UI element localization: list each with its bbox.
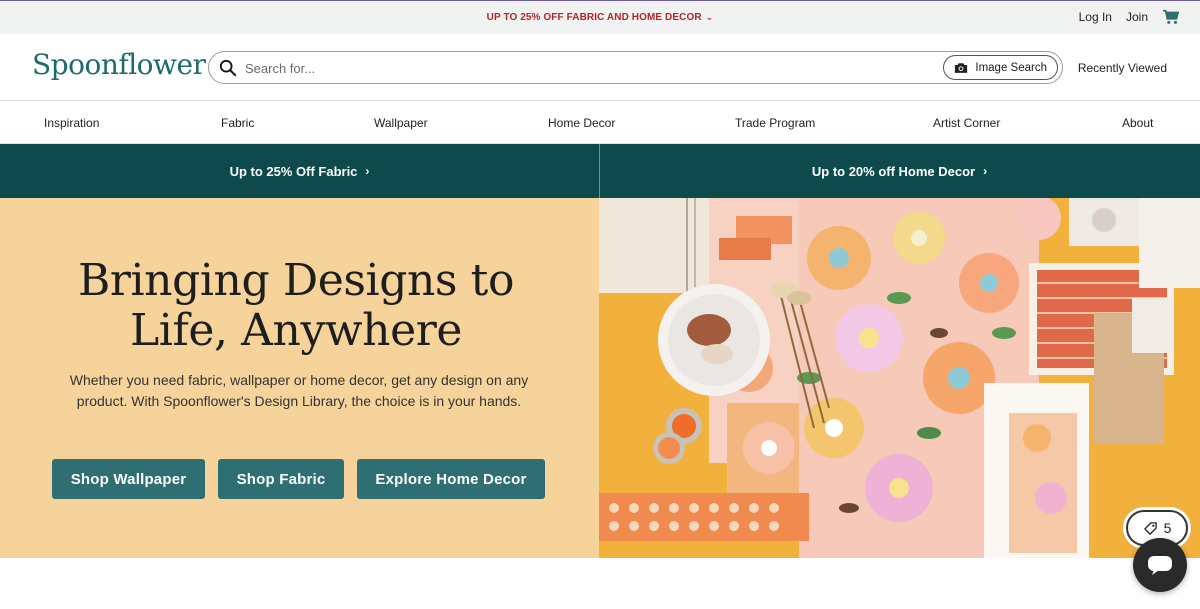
nav-item-about[interactable]: About (1122, 116, 1153, 130)
page-content-start (0, 558, 1200, 609)
cart-icon[interactable] (1162, 9, 1180, 25)
main-nav: Inspiration Fabric Wallpaper Home Decor … (0, 101, 1200, 144)
hero-description: Whether you need fabric, wallpaper or ho… (69, 372, 529, 409)
camera-icon (955, 62, 968, 73)
hero-title: Bringing Designs to Life, Anywhere (77, 255, 515, 356)
promo-banners: Up to 25% Off Fabric › Up to 20% off Home… (0, 144, 1200, 198)
home-decor-sale-label: Up to 20% off Home Decor (811, 163, 976, 179)
image-search-label: Image Search (975, 61, 1047, 74)
chat-bubble-icon (1148, 556, 1172, 575)
explore-home-decor-button[interactable]: Explore Home Decor (357, 459, 545, 499)
fabric-sale-label: Up to 25% Off Fabric (229, 163, 358, 179)
search-input[interactable] (245, 58, 925, 78)
join-link[interactable]: Join (1126, 10, 1148, 24)
promo-text: UP TO 25% OFF FABRIC AND HOME DECOR (486, 12, 702, 23)
promo-link[interactable]: UP TO 25% OFF FABRIC AND HOME DECOR ⌄ (0, 12, 1200, 23)
chevron-right-icon: › (365, 164, 370, 178)
search-icon (219, 59, 237, 77)
shop-fabric-button[interactable]: Shop Fabric (218, 459, 344, 499)
chat-button[interactable] (1133, 538, 1187, 592)
chevron-right-icon: › (983, 164, 988, 178)
hero-image (599, 198, 1200, 558)
shop-wallpaper-button[interactable]: Shop Wallpaper (52, 459, 205, 499)
coupon-count: 5 (1163, 520, 1172, 536)
fabric-sale-banner[interactable]: Up to 25% Off Fabric › (0, 144, 599, 198)
nav-item-inspiration[interactable]: Inspiration (44, 116, 99, 130)
nav-item-home-decor[interactable]: Home Decor (548, 116, 615, 130)
account-links: Log In Join (1079, 9, 1180, 25)
top-promo-bar: UP TO 25% OFF FABRIC AND HOME DECOR ⌄ Log… (0, 0, 1200, 34)
site-logo[interactable]: Spoonflower (32, 48, 206, 81)
hero-photo (599, 198, 1200, 558)
nav-item-fabric[interactable]: Fabric (221, 116, 254, 130)
login-link[interactable]: Log In (1079, 10, 1112, 24)
hero-panel: Bringing Designs to Life, Anywhere Wheth… (0, 198, 599, 558)
nav-item-wallpaper[interactable]: Wallpaper (374, 116, 428, 130)
home-decor-sale-banner[interactable]: Up to 20% off Home Decor › (600, 144, 1199, 198)
search-bar: Image Search (208, 51, 1063, 84)
nav-item-artist-corner[interactable]: Artist Corner (933, 116, 1000, 130)
tag-icon (1143, 521, 1157, 535)
chevron-down-icon: ⌄ (705, 12, 714, 22)
site-header: Spoonflower Image Search Recently Viewed (0, 34, 1200, 101)
nav-item-trade-program[interactable]: Trade Program (735, 116, 815, 130)
image-search-button[interactable]: Image Search (943, 55, 1058, 80)
recently-viewed-link[interactable]: Recently Viewed (1078, 61, 1167, 75)
